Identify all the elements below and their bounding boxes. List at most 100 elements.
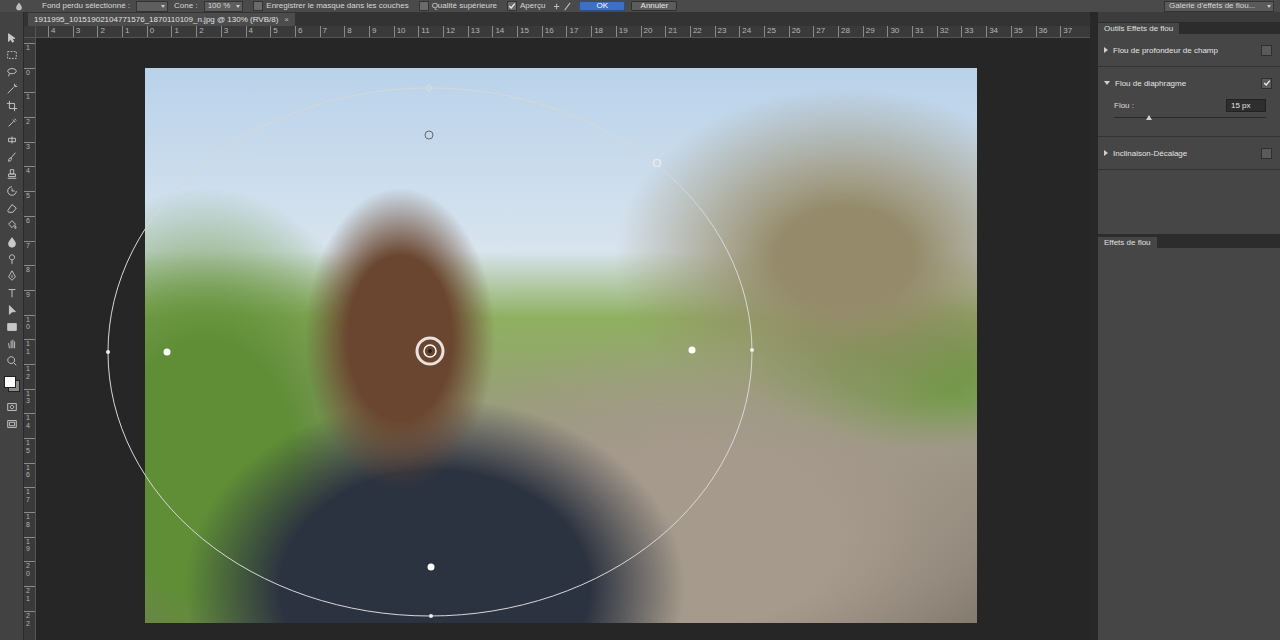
blur-effects-panel xyxy=(1098,248,1280,640)
workspace-select[interactable]: Galerie d'effets de flou... xyxy=(1164,1,1274,12)
section-header[interactable]: Flou de diaphragme xyxy=(1098,67,1280,99)
option-checkbox[interactable]: Enregistrer le masque dans les couches xyxy=(253,1,408,11)
move-tool-icon[interactable] xyxy=(6,32,18,44)
ruler-mark: 28 xyxy=(838,26,863,37)
slider-thumb[interactable] xyxy=(1146,115,1152,120)
hand-tool-icon[interactable] xyxy=(6,338,18,350)
dodge-tool-icon[interactable] xyxy=(6,253,18,265)
ruler-mark: 15 xyxy=(517,26,542,37)
ruler-mark: 18 xyxy=(591,26,616,37)
marquee-tool-icon[interactable] xyxy=(6,49,18,61)
ruler-mark: 11 xyxy=(418,26,443,37)
photo xyxy=(145,68,977,623)
checkbox-label: Aperçu xyxy=(520,2,545,10)
option-checkbox[interactable]: Qualité supérieure xyxy=(419,1,497,11)
crop-tool-icon[interactable] xyxy=(6,100,18,112)
dialog-button[interactable]: Annuler xyxy=(631,1,677,11)
iris-blur-overlay[interactable] xyxy=(145,68,977,623)
pin-tools-icon[interactable] xyxy=(551,2,573,11)
ruler-mark: 29 xyxy=(863,26,888,37)
ruler-mark: 7 xyxy=(24,241,35,266)
blur-tools-panel: Outils Effets de flouFlou de profondeur … xyxy=(1098,12,1280,640)
ruler-mark: 1 xyxy=(171,26,196,37)
bleed-select[interactable] xyxy=(136,1,168,12)
ruler-mark: 14 xyxy=(24,413,35,438)
color-swatches[interactable] xyxy=(4,376,20,392)
ruler-mark: 4 xyxy=(246,26,271,37)
foreground-color-swatch[interactable] xyxy=(4,376,16,388)
checkbox-box[interactable] xyxy=(253,1,263,11)
ruler-mark: 21 xyxy=(24,586,35,611)
check-icon xyxy=(508,2,516,10)
ellipse-handle[interactable] xyxy=(750,348,754,352)
ruler-mark: 26 xyxy=(789,26,814,37)
document-area: 1911995_10151902104771576_1870110109_n.j… xyxy=(24,12,1090,640)
history-brush-tool-icon[interactable] xyxy=(6,185,18,197)
checkbox-box[interactable] xyxy=(419,1,429,11)
feather-handle[interactable] xyxy=(425,131,433,139)
document-tab[interactable]: 1911995_10151902104771576_1870110109_n.j… xyxy=(28,13,295,26)
ruler-mark: 3 xyxy=(24,142,35,167)
quick-mask-icon[interactable] xyxy=(6,401,18,413)
bucket-tool-icon[interactable] xyxy=(6,219,18,231)
section-checkbox[interactable] xyxy=(1261,78,1272,89)
eyedropper-tool-icon[interactable] xyxy=(6,117,18,129)
healing-tool-icon[interactable] xyxy=(6,134,18,146)
ruler-mark: 4 xyxy=(48,26,73,37)
ruler-mark: 22 xyxy=(690,26,715,37)
ellipse-handle[interactable] xyxy=(429,614,433,618)
ruler-mark: 17 xyxy=(566,26,591,37)
lasso-tool-icon[interactable] xyxy=(6,66,18,78)
blur-amount-field[interactable]: 15 px xyxy=(1226,99,1266,112)
stamp-tool-icon[interactable] xyxy=(6,168,18,180)
close-tab-button[interactable]: × xyxy=(284,15,289,24)
brush-tool-icon[interactable] xyxy=(6,151,18,163)
section-header[interactable]: Flou de profondeur de champ xyxy=(1098,34,1280,66)
feather-handle[interactable] xyxy=(689,347,696,354)
cone-field[interactable]: 100 % xyxy=(204,1,244,12)
disclosure-icon[interactable] xyxy=(1104,81,1110,85)
section-checkbox[interactable] xyxy=(1261,45,1272,56)
ruler-mark: 2 xyxy=(24,117,35,142)
roundness-handle[interactable] xyxy=(654,160,661,167)
eraser-tool-icon[interactable] xyxy=(6,202,18,214)
ruler-mark: 33 xyxy=(961,26,986,37)
shape-tool-icon[interactable] xyxy=(6,321,18,333)
ruler-mark: 8 xyxy=(344,26,369,37)
ellipse-handle[interactable] xyxy=(106,350,110,354)
dialog-button[interactable]: OK xyxy=(579,1,625,11)
horizontal-ruler: 4321012345678910111213141516171819202122… xyxy=(36,26,1090,38)
path-select-tool-icon[interactable] xyxy=(6,304,18,316)
type-tool-icon[interactable] xyxy=(6,287,18,299)
zoom-tool-icon[interactable] xyxy=(6,355,18,367)
panel-tab[interactable]: Outils Effets de flou xyxy=(1098,23,1179,34)
vertical-ruler: 1012345678910111213141516171819202122 xyxy=(24,38,36,640)
ruler-mark: 6 xyxy=(295,26,320,37)
section-checkbox[interactable] xyxy=(1261,148,1272,159)
screen-mode-icon[interactable] xyxy=(6,418,18,430)
ruler-mark: 30 xyxy=(887,26,912,37)
panel-tab[interactable]: Effets de flou xyxy=(1098,237,1157,248)
blur-slider[interactable] xyxy=(1114,117,1266,118)
ellipse-handle[interactable] xyxy=(427,86,432,91)
blur-tool-icon[interactable] xyxy=(6,236,18,248)
iris-ellipse[interactable] xyxy=(108,88,752,616)
panel-tab-bar: Effets de flou xyxy=(1098,236,1280,248)
disclosure-icon[interactable] xyxy=(1104,150,1108,156)
ruler-mark: 18 xyxy=(24,512,35,537)
feather-handle[interactable] xyxy=(428,564,435,571)
ruler-mark: 32 xyxy=(937,26,962,37)
blur-pin-icon[interactable] xyxy=(417,338,443,364)
blur-section: Inclinaison-Décalage xyxy=(1098,137,1280,170)
option-checkbox[interactable]: Aperçu xyxy=(507,1,545,11)
pen-tool-icon[interactable] xyxy=(6,270,18,282)
ruler-mark: 0 xyxy=(147,26,172,37)
dropdown-icon xyxy=(236,5,240,8)
ruler-mark: 1 xyxy=(24,92,35,117)
feather-handle[interactable] xyxy=(164,349,171,356)
blur-gallery-icon[interactable] xyxy=(14,1,24,11)
checkbox-box[interactable] xyxy=(507,1,517,11)
section-header[interactable]: Inclinaison-Décalage xyxy=(1098,137,1280,169)
magic-wand-tool-icon[interactable] xyxy=(6,83,18,95)
disclosure-icon[interactable] xyxy=(1104,47,1108,53)
